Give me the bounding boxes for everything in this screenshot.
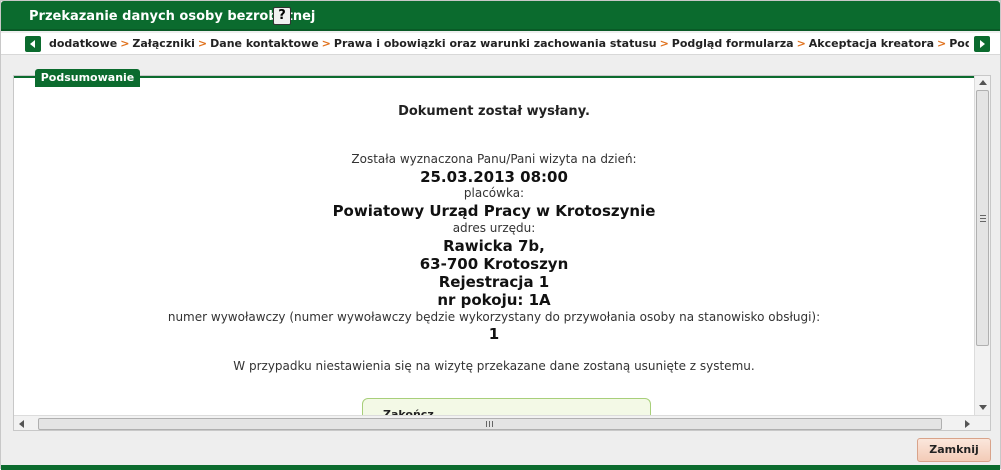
warning-message: W przypadku niestawienia się na wizytę p…: [233, 359, 755, 373]
vertical-scroll-thumb[interactable]: [976, 90, 989, 346]
breadcrumb-separator: >: [659, 37, 669, 50]
breadcrumb-separator: >: [197, 37, 208, 50]
chevron-right-icon: [980, 40, 985, 48]
visit-label: Została wyznaczona Panu/Pani wizyta na d…: [351, 152, 637, 166]
scroll-right-button[interactable]: [959, 416, 975, 430]
address-registration: Rejestracja 1: [438, 273, 550, 291]
breadcrumb-item-dodatkowe[interactable]: dodatkowe: [49, 37, 117, 50]
horizontal-scrollbar[interactable]: [14, 415, 990, 430]
chevron-left-icon: [30, 40, 35, 48]
arrow-right-icon: [965, 420, 970, 428]
call-number: 1: [488, 325, 500, 343]
bottom-accent-bar: [1, 465, 1000, 470]
breadcrumb-trail: dodatkowe > Załączniki > Dane kontaktowe > Pra…: [49, 37, 969, 50]
dialog-titlebar: Przekazanie danych osoby bezrobotnej ?: [1, 1, 1000, 31]
sent-message: Dokument został wysłany.: [398, 104, 590, 119]
breadcrumb-item-akceptacja-kreatora[interactable]: Akceptacja kreatora: [809, 37, 934, 50]
help-button[interactable]: ?: [273, 7, 291, 25]
close-button[interactable]: Zamknij: [917, 438, 991, 462]
address-city: 63-700 Krotoszyn: [419, 255, 569, 273]
breadcrumb: dodatkowe > Załączniki > Dane kontaktowe > Pra…: [1, 33, 1000, 55]
scroll-down-button[interactable]: [975, 401, 990, 415]
arrow-down-icon: [979, 405, 987, 410]
breadcrumb-separator: >: [321, 37, 331, 50]
summary-panel: Dokument został wysłany. Została wyznacz…: [13, 75, 991, 431]
breadcrumb-separator: >: [937, 37, 947, 50]
section-tab-podsumowanie: Podsumowanie: [35, 69, 140, 87]
office-label: placówka:: [463, 186, 525, 200]
visit-datetime: 25.03.2013 08:00: [420, 168, 568, 186]
breadcrumb-scroll-right-button[interactable]: [974, 36, 990, 52]
office-name: Powiatowy Urząd Pracy w Krotoszynie: [332, 202, 656, 220]
breadcrumb-item-prawa-i-obowiazki[interactable]: Prawa i obowiązki oraz warunki zachowani…: [334, 37, 657, 50]
horizontal-scroll-thumb[interactable]: [38, 418, 942, 430]
arrow-up-icon: [979, 80, 987, 85]
dialog-window: Przekazanie danych osoby bezrobotnej ? d…: [0, 0, 1001, 470]
breadcrumb-item-podglad-formularza[interactable]: Podgląd formularza: [672, 37, 794, 50]
arrow-left-icon: [19, 420, 24, 428]
grip-icon: [980, 215, 986, 222]
address-label: adres urzędu:: [452, 221, 536, 235]
breadcrumb-separator: >: [796, 37, 806, 50]
breadcrumb-separator: >: [120, 37, 130, 50]
scroll-up-button[interactable]: [975, 76, 990, 90]
breadcrumb-item-dane-kontaktowe[interactable]: Dane kontaktowe: [210, 37, 319, 50]
breadcrumb-item-zalaczniki[interactable]: Załączniki: [132, 37, 195, 50]
vertical-scrollbar[interactable]: [974, 76, 990, 415]
address-street: Rawicka 7b,: [443, 237, 545, 255]
room-number: nr pokoju: 1A: [437, 291, 551, 309]
breadcrumb-item-podsumowanie[interactable]: Podsumowanie: [949, 37, 969, 50]
section-divider: [14, 76, 974, 78]
grip-icon: [486, 421, 493, 427]
scroll-left-button[interactable]: [14, 416, 30, 430]
breadcrumb-scroll-left-button[interactable]: [25, 36, 41, 52]
call-number-label: numer wywoławczy (numer wywoławczy będzi…: [167, 310, 821, 324]
